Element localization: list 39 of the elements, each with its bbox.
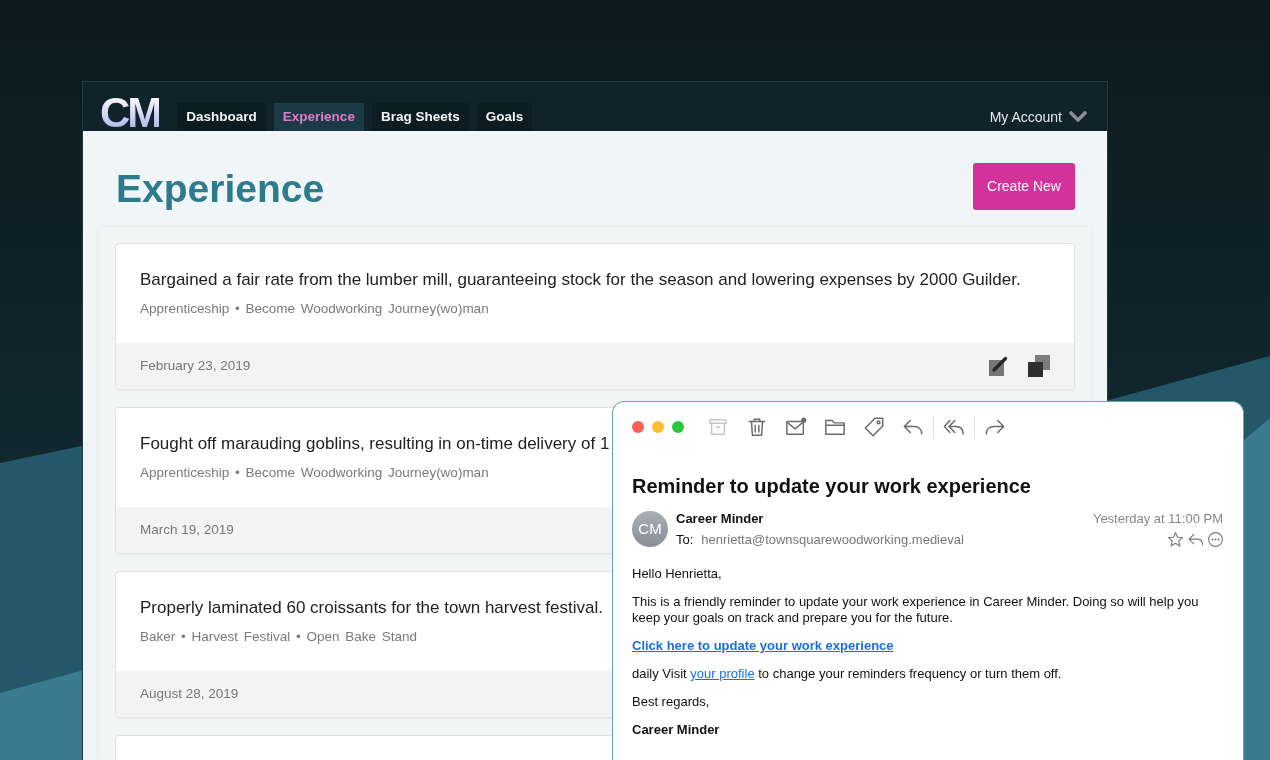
received-time: Yesterday at 11:00 PM — [1092, 511, 1223, 527]
star-icon[interactable] — [1168, 532, 1183, 547]
entry-title: Fought off marauding goblins, resulting in on-time delivery of 1 — [140, 433, 610, 454]
nav-tab[interactable]: Goals — [476, 103, 533, 131]
nav-tab[interactable]: Dashboard — [177, 103, 266, 131]
entry-meta: Apprenticeship • Become Woodworking Journey(wo)man — [140, 464, 489, 482]
nav-tab[interactable]: Experience — [273, 103, 364, 131]
profile-link[interactable]: your profile — [690, 666, 755, 681]
nav-tab[interactable]: Brag Sheets — [371, 103, 469, 131]
to-label: To: — [676, 532, 694, 547]
reply-icon[interactable] — [1188, 532, 1203, 547]
entry-date: August 28, 2019 — [140, 684, 239, 703]
trash-icon[interactable] — [746, 416, 768, 438]
settings-sentence: daily Visit your profile to change your reminders frequency or turn them off. — [632, 666, 1063, 682]
copy-icon[interactable] — [1028, 355, 1050, 377]
entry-title: Properly laminated 60 croissants for the town harvest festival. — [140, 597, 603, 618]
body-paragraph: This is a friendly reminder to update your work experience in Career Minder. Doing so will help you keep your goals on track and prepare you for the future. — [632, 594, 1200, 626]
signature-text: Career Minder — [632, 722, 721, 738]
email-subject: Reminder to update your work experience — [632, 474, 1032, 498]
envelope-icon[interactable] — [785, 416, 807, 438]
sender-avatar: CM — [632, 511, 668, 547]
entry-meta: Baker • Harvest Festival • Open Bake Stand — [140, 628, 418, 646]
more-icon[interactable] — [1208, 532, 1223, 547]
close-icon[interactable] — [632, 421, 644, 433]
account-menu-button[interactable]: My Account — [989, 103, 1087, 131]
entry-date: February 23, 2019 — [140, 356, 251, 375]
create-new-button[interactable]: Create New — [973, 163, 1075, 210]
recipient-address: henrietta@townsquarewoodworking.medieval — [701, 532, 964, 547]
closing-text: Best regards, — [632, 694, 711, 710]
greeting-text: Hello Henrietta, — [632, 566, 723, 582]
update-link[interactable]: Click here to update your work experience — [632, 638, 894, 653]
edit-icon[interactable] — [989, 356, 1008, 376]
tag-icon[interactable] — [863, 416, 885, 438]
entry-title: Bargained a fair rate from the lumber mill, guaranteeing stock for the season and lowering expenses by 2000 Guilder. — [140, 269, 1021, 290]
sender-name: Career Minder — [676, 511, 764, 526]
caret-icon — [1069, 111, 1087, 123]
entry-date: March 19, 2019 — [140, 520, 234, 539]
entry-meta: Apprenticeship • Become Woodworking Journey(wo)man — [140, 300, 489, 318]
page-title: Experience — [116, 169, 325, 208]
